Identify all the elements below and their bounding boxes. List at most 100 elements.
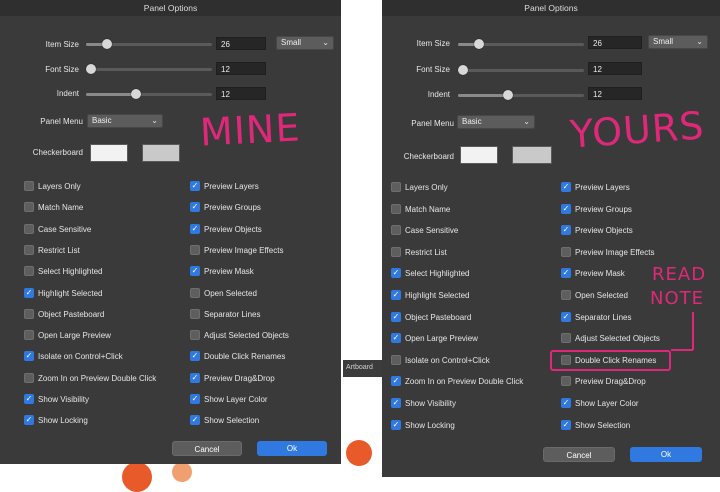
checkbox-checked[interactable]: ✓ <box>391 376 401 387</box>
checkbox-checked[interactable]: ✓ <box>391 268 401 279</box>
checkbox-checked[interactable]: ✓ <box>391 398 401 408</box>
checkbox-checked[interactable]: ✓ <box>561 419 571 430</box>
checkbox-option[interactable]: Preview Drag&Drop <box>561 376 711 388</box>
checkbox-option[interactable]: Preview Image Effects <box>190 244 340 257</box>
checkbox-checked[interactable]: ✓ <box>190 223 200 234</box>
checkbox-checked[interactable]: ✓ <box>24 415 34 426</box>
checkbox-option[interactable]: ✓ Separator Lines <box>561 311 711 324</box>
ok-button[interactable]: Ok <box>257 441 327 456</box>
slider-knob[interactable] <box>131 89 142 99</box>
checkbox-option[interactable]: Layers Only <box>391 182 541 194</box>
checkbox-checked[interactable]: ✓ <box>190 415 200 426</box>
checkbox-option[interactable]: Match Name <box>24 202 174 214</box>
checkbox-checked[interactable]: ✓ <box>391 419 401 430</box>
indent-slider[interactable] <box>458 90 584 100</box>
checkbox-unchecked[interactable] <box>24 266 34 277</box>
checkbox-option[interactable]: ✓ Preview Objects <box>190 223 340 236</box>
item-size-field[interactable]: 26 <box>216 37 266 50</box>
font-size-field[interactable]: 12 <box>588 62 642 75</box>
item-size-slider[interactable] <box>86 39 212 49</box>
cancel-button[interactable]: Cancel <box>543 447 615 462</box>
checkbox-checked[interactable]: ✓ <box>561 398 571 408</box>
cancel-button[interactable]: Cancel <box>172 441 242 456</box>
font-size-field[interactable]: 12 <box>216 62 266 75</box>
checkbox-option[interactable]: ✓ Highlight Selected <box>24 287 174 300</box>
checkbox-checked[interactable]: ✓ <box>24 351 34 362</box>
checkbox-option[interactable]: Isolate on Control+Click <box>391 354 541 367</box>
checkbox-option[interactable]: Separator Lines <box>190 308 340 321</box>
panel-menu-select[interactable]: Basic ⌄ <box>87 114 163 128</box>
checkbox-checked[interactable]: ✓ <box>391 333 401 344</box>
checkbox-option[interactable]: ✓ Preview Groups <box>190 202 340 214</box>
checkbox-option[interactable]: Restrict List <box>391 246 541 259</box>
checkbox-option[interactable]: Open Selected <box>190 287 340 300</box>
checkbox-option[interactable]: ✓ Show Visibility <box>24 394 174 406</box>
checkbox-option[interactable]: Preview Image Effects <box>561 246 711 259</box>
checkbox-unchecked[interactable] <box>24 244 34 255</box>
checkbox-option[interactable]: Adjust Selected Objects <box>561 333 711 345</box>
checkbox-option[interactable]: Select Highlighted <box>24 266 174 278</box>
checkbox-option[interactable]: ✓ Preview Layers <box>190 181 340 193</box>
checkbox-unchecked[interactable] <box>24 202 34 213</box>
checkbox-option[interactable]: ✓ Select Highlighted <box>391 268 541 280</box>
checkbox-option[interactable]: Layers Only <box>24 181 174 193</box>
slider-knob[interactable] <box>458 65 469 75</box>
checkbox-checked[interactable]: ✓ <box>190 266 200 277</box>
checkbox-unchecked[interactable] <box>391 182 401 192</box>
checkbox-unchecked[interactable] <box>24 181 34 191</box>
checkbox-checked[interactable]: ✓ <box>190 181 200 191</box>
checkbox-unchecked[interactable] <box>24 308 34 319</box>
checkbox-option[interactable]: ✓ Show Locking <box>391 419 541 432</box>
checkbox-option[interactable]: ✓ Preview Drag&Drop <box>190 372 340 385</box>
checkbox-option[interactable]: ✓ Show Layer Color <box>561 398 711 410</box>
checkbox-option[interactable]: Zoom In on Preview Double Click <box>24 372 174 385</box>
checkbox-unchecked[interactable] <box>24 223 34 234</box>
checkbox-option[interactable]: Object Pasteboard <box>24 308 174 321</box>
checkbox-unchecked[interactable] <box>190 244 200 255</box>
checkbox-unchecked[interactable] <box>561 333 571 344</box>
checkbox-option[interactable]: ✓ Show Selection <box>190 415 340 427</box>
checkbox-unchecked[interactable] <box>190 308 200 319</box>
checkbox-checked[interactable]: ✓ <box>190 372 200 383</box>
checkbox-option[interactable]: ✓ Highlight Selected <box>391 290 541 302</box>
item-size-field[interactable]: 26 <box>588 36 642 49</box>
checkbox-checked[interactable]: ✓ <box>190 394 200 404</box>
checkerboard-color-1[interactable] <box>460 146 498 164</box>
checkbox-option[interactable]: ✓ Preview Layers <box>561 182 711 194</box>
checkbox-unchecked[interactable] <box>561 376 571 387</box>
ok-button[interactable]: Ok <box>630 447 702 462</box>
slider-knob[interactable] <box>503 90 514 100</box>
item-size-select[interactable]: Small ⌄ <box>276 36 334 50</box>
checkbox-checked[interactable]: ✓ <box>561 268 571 279</box>
slider-knob[interactable] <box>102 39 113 49</box>
indent-field[interactable]: 12 <box>216 87 266 100</box>
checkbox-option[interactable]: ✓ Preview Groups <box>561 203 711 216</box>
checkbox-option[interactable]: ✓ Preview Mask <box>190 266 340 278</box>
checkbox-checked[interactable]: ✓ <box>190 202 200 213</box>
checkerboard-color-2[interactable] <box>512 146 552 164</box>
checkbox-option[interactable]: Open Large Preview <box>24 330 174 342</box>
checkbox-checked[interactable]: ✓ <box>391 311 401 322</box>
checkerboard-color-2[interactable] <box>142 144 180 162</box>
checkbox-checked[interactable]: ✓ <box>190 351 200 362</box>
checkbox-unchecked[interactable] <box>190 330 200 341</box>
font-size-slider[interactable] <box>458 65 584 75</box>
checkbox-option[interactable]: Restrict List <box>24 244 174 257</box>
checkbox-unchecked[interactable] <box>391 225 401 236</box>
checkbox-option[interactable]: ✓ Zoom In on Preview Double Click <box>391 376 541 388</box>
checkbox-option[interactable]: ✓ Show Locking <box>24 415 174 427</box>
checkerboard-color-1[interactable] <box>90 144 128 162</box>
checkbox-checked[interactable]: ✓ <box>561 203 571 214</box>
checkbox-checked[interactable]: ✓ <box>391 290 401 300</box>
checkbox-option[interactable]: Case Sensitive <box>391 225 541 237</box>
item-size-select[interactable]: Small ⌄ <box>648 35 708 49</box>
checkbox-option[interactable]: ✓ Open Large Preview <box>391 333 541 345</box>
checkbox-unchecked[interactable] <box>391 246 401 257</box>
item-size-slider[interactable] <box>458 39 584 49</box>
indent-field[interactable]: 12 <box>588 87 642 100</box>
checkbox-unchecked[interactable] <box>391 203 401 214</box>
checkbox-checked[interactable]: ✓ <box>561 311 571 322</box>
checkbox-checked[interactable]: ✓ <box>24 287 34 298</box>
checkbox-checked[interactable]: ✓ <box>561 225 571 236</box>
checkbox-option[interactable]: ✓ Show Selection <box>561 419 711 432</box>
